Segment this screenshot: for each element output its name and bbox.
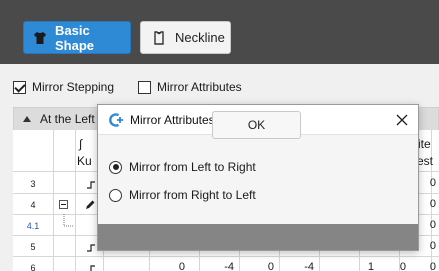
radio-left-to-right[interactable]: Mirror from Left to Right [109, 158, 256, 176]
collapse-triangle-icon[interactable] [23, 116, 31, 122]
collapse-minus-icon[interactable] [59, 200, 68, 209]
top-toolbar: Basic Shape Neckline [0, 0, 439, 64]
step-icon [85, 241, 97, 253]
column-header-right-bottom: est [417, 154, 434, 168]
row-number: 4 [30, 200, 36, 210]
mirror-stepping-checkbox[interactable] [13, 80, 26, 94]
column-header-ku: Ku [77, 154, 92, 168]
shirt-icon [33, 31, 47, 45]
cell-value: 0 [267, 261, 274, 271]
dialog-title: Mirror Attributes [130, 112, 215, 127]
dialog-footer [98, 224, 418, 250]
mirror-attributes-option[interactable]: Mirror Attributes [138, 78, 242, 96]
app-logo-icon [108, 112, 124, 128]
header-glyph: ∫ [79, 137, 83, 151]
step-icon [85, 178, 97, 190]
row-number: 5 [30, 242, 36, 252]
radio-button-right-to-left[interactable] [109, 188, 122, 202]
cell-value: 0 [429, 261, 436, 271]
radio-label-left-to-right: Mirror from Left to Right [129, 160, 256, 174]
neckline-label: Neckline [175, 30, 225, 45]
basic-shape-button[interactable]: Basic Shape [23, 21, 131, 54]
radio-right-to-left[interactable]: Mirror from Right to Left [109, 186, 256, 204]
pencil-icon[interactable] [84, 199, 96, 211]
cell-value: 0 [399, 261, 406, 271]
row-number: 4.1 [26, 221, 40, 231]
cell-value: 0 [178, 261, 185, 271]
tree-connector [63, 214, 75, 228]
cell-value: 1 [367, 261, 374, 271]
cell-value: -4 [224, 261, 234, 271]
mirror-stepping-label: Mirror Stepping [32, 80, 115, 94]
mirror-stepping-option[interactable]: Mirror Stepping [13, 78, 114, 96]
row-number: 3 [30, 179, 36, 189]
mirror-attributes-checkbox[interactable] [138, 80, 151, 94]
neckline-icon [152, 30, 166, 45]
radio-button-left-to-right[interactable] [109, 160, 122, 174]
column-header-right-top: ite [418, 137, 431, 151]
row-number: 6 [30, 263, 36, 271]
step-icon [85, 262, 97, 271]
neckline-button[interactable]: Neckline [140, 21, 231, 54]
radio-label-right-to-left: Mirror from Right to Left [129, 188, 256, 202]
mirror-attributes-label: Mirror Attributes [157, 80, 242, 94]
cell-value: -4 [304, 261, 314, 271]
ok-button[interactable]: OK [212, 111, 301, 139]
panel-title: At the Left [40, 112, 95, 126]
close-icon[interactable] [394, 112, 410, 128]
basic-shape-label: Basic Shape [55, 22, 95, 53]
